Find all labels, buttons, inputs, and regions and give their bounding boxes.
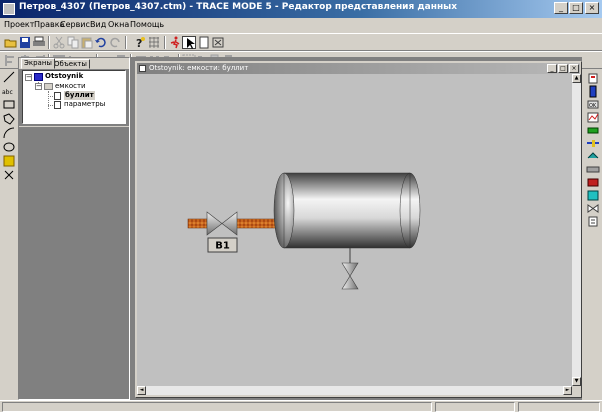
run-icon[interactable] bbox=[168, 36, 182, 49]
tab-screens[interactable]: Экраны bbox=[21, 58, 55, 69]
vertical-scrollbar[interactable]: ▲ ▼ bbox=[572, 74, 581, 386]
grid-toggle-icon[interactable] bbox=[147, 36, 161, 49]
collapse-root-icon[interactable]: − bbox=[25, 74, 32, 81]
text-icon[interactable]: abc bbox=[2, 84, 16, 98]
computer-icon bbox=[34, 73, 43, 81]
screen-icon bbox=[54, 101, 61, 109]
tree-group[interactable]: емкости bbox=[55, 82, 86, 91]
status-panel-extra bbox=[518, 402, 600, 412]
slider-icon[interactable] bbox=[586, 137, 600, 150]
close-button[interactable]: × bbox=[585, 2, 599, 14]
fit-icon[interactable] bbox=[211, 36, 225, 49]
mnemonic-canvas[interactable]: В1 bbox=[137, 74, 572, 386]
tree-tabs: Экраны Объекты bbox=[19, 58, 129, 69]
menu-view[interactable]: Вид bbox=[90, 20, 106, 29]
element-palette: OK bbox=[584, 72, 602, 227]
rectangle-icon[interactable] bbox=[2, 98, 16, 112]
menu-help[interactable]: Помощь bbox=[130, 20, 164, 29]
line-icon[interactable] bbox=[2, 70, 16, 84]
menu-windows[interactable]: Окна bbox=[108, 20, 129, 29]
polygon-icon[interactable] bbox=[2, 112, 16, 126]
window-title: Петров_4307 (Петров_4307.ctm) - TRACE MO… bbox=[19, 2, 458, 12]
screen-editor-window: Otstoynik: емкости: буллит _ □ × В1 ▲ ▼ … bbox=[135, 61, 582, 398]
screen-window-icon bbox=[139, 65, 146, 72]
menu-project[interactable]: Проект bbox=[4, 20, 34, 29]
tab-objects[interactable]: Объекты bbox=[51, 59, 90, 69]
pipe-segment[interactable] bbox=[235, 218, 278, 229]
main-toolbar: ? bbox=[0, 33, 602, 51]
undo-icon[interactable] bbox=[94, 36, 108, 49]
copy-icon[interactable] bbox=[66, 36, 80, 49]
align-left-icon[interactable] bbox=[4, 54, 18, 67]
outlet-valve-icon[interactable] bbox=[341, 262, 359, 290]
pointer-icon[interactable] bbox=[182, 36, 196, 49]
tree-item-params[interactable]: параметры bbox=[64, 100, 105, 109]
inlet-valve-icon[interactable] bbox=[206, 211, 238, 236]
switch-icon[interactable] bbox=[586, 150, 600, 163]
window-titlebar: Петров_4307 (Петров_4307.ctm) - TRACE MO… bbox=[0, 0, 602, 18]
menu-service[interactable]: Сервис bbox=[60, 20, 90, 29]
tree-item-bullit[interactable]: буллит bbox=[64, 91, 95, 100]
app-icon bbox=[3, 3, 15, 15]
motor-icon[interactable] bbox=[586, 176, 600, 189]
scroll-up-icon[interactable]: ▲ bbox=[572, 74, 581, 83]
child-titlebar: Otstoynik: емкости: буллит _ □ × bbox=[137, 63, 580, 74]
child-minimize-button[interactable]: _ bbox=[547, 64, 557, 73]
image-icon[interactable] bbox=[2, 154, 16, 168]
button-icon[interactable]: OK bbox=[586, 98, 600, 111]
tree-empty-area bbox=[19, 125, 129, 398]
page-icon[interactable] bbox=[197, 36, 211, 49]
screen-icon bbox=[54, 92, 61, 100]
scroll-down-icon[interactable]: ▼ bbox=[572, 377, 581, 386]
child-title: Otstoynik: емкости: буллит bbox=[149, 64, 249, 72]
svg-text:OK: OK bbox=[589, 103, 597, 109]
cross-icon[interactable] bbox=[2, 168, 16, 182]
save-icon[interactable] bbox=[18, 36, 32, 49]
project-tree: − Otstoynik − емкости буллит параметры bbox=[22, 70, 126, 124]
display-icon[interactable] bbox=[586, 189, 600, 202]
folder-icon bbox=[44, 83, 53, 90]
child-maximize-button[interactable]: □ bbox=[558, 64, 568, 73]
indicator-icon[interactable] bbox=[586, 72, 600, 85]
pipe-segment[interactable] bbox=[187, 218, 208, 229]
maximize-button[interactable]: □ bbox=[569, 2, 583, 14]
bar-icon[interactable] bbox=[586, 124, 600, 137]
status-panel-coords bbox=[435, 402, 515, 412]
minimize-button[interactable]: _ bbox=[554, 2, 568, 14]
status-panel-main bbox=[2, 402, 432, 412]
ellipse-icon[interactable] bbox=[2, 140, 16, 154]
trend-icon[interactable] bbox=[586, 111, 600, 124]
print-icon[interactable] bbox=[32, 36, 46, 49]
open-icon[interactable] bbox=[4, 36, 18, 49]
svg-text:abc: abc bbox=[2, 89, 13, 96]
child-close-button[interactable]: × bbox=[569, 64, 579, 73]
cut-icon[interactable] bbox=[52, 36, 66, 49]
valve-palette-icon[interactable] bbox=[586, 202, 600, 215]
arc-icon[interactable] bbox=[2, 126, 16, 140]
drawing-toolbox: abc bbox=[0, 70, 18, 400]
tank-icon[interactable] bbox=[273, 172, 421, 249]
tree-root[interactable]: Otstoynik bbox=[45, 72, 83, 81]
scroll-left-icon[interactable]: ◄ bbox=[137, 386, 146, 395]
menu-bar: Проект Правка Сервис Вид Окна Помощь bbox=[0, 18, 602, 33]
pipe-icon[interactable] bbox=[586, 163, 600, 176]
gauge-icon[interactable] bbox=[586, 215, 600, 228]
tank-palette-icon[interactable] bbox=[586, 85, 600, 98]
status-bar bbox=[0, 400, 602, 412]
mnemonic-drawing: В1 bbox=[187, 172, 421, 290]
valve-label: В1 bbox=[215, 241, 230, 252]
scroll-right-icon[interactable]: ► bbox=[563, 386, 572, 395]
project-tree-panel: Экраны Объекты − Otstoynik − емкости бул… bbox=[18, 57, 130, 400]
redo-icon[interactable] bbox=[108, 36, 122, 49]
collapse-group-icon[interactable]: − bbox=[35, 83, 42, 90]
help-icon[interactable]: ? bbox=[132, 36, 146, 49]
paste-icon[interactable] bbox=[80, 36, 94, 49]
horizontal-scrollbar[interactable]: ◄ ► bbox=[137, 386, 572, 395]
